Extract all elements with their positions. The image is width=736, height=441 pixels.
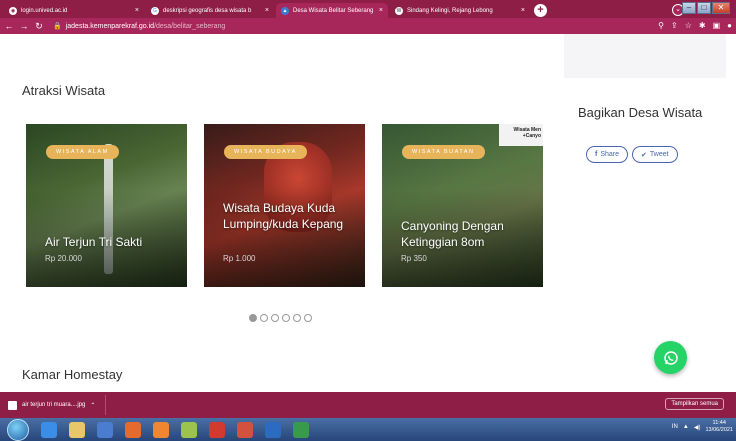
share-page-icon[interactable]: ⇪: [671, 21, 678, 30]
chrome-app-icon[interactable]: [237, 421, 253, 438]
show-all-downloads-button[interactable]: Tampilkan semua: [665, 398, 724, 410]
card-price: Rp 350: [401, 254, 427, 263]
facebook-share-label: Share: [600, 151, 620, 158]
chrome-app-icon[interactable]: [209, 421, 225, 438]
facebook-share-button[interactable]: f Share: [586, 146, 629, 163]
carousel-dot[interactable]: [271, 314, 279, 322]
twitter-tweet-label: Tweet: [649, 151, 669, 158]
windows-taskbar: IN ▲ ◀) 11:44 13/06/2021: [0, 418, 736, 441]
photo-caption: Wisata Men +Canyo: [499, 124, 543, 146]
volume-icon[interactable]: ◀): [694, 424, 701, 431]
system-tray: IN ▲ ◀) 11:44 13/06/2021: [672, 420, 733, 434]
attraction-card-air-terjun[interactable]: WISATA ALAM Air Terjun Tri Sakti Rp 20.0…: [26, 124, 187, 287]
back-icon[interactable]: ←: [3, 21, 15, 31]
twitter-tweet-button[interactable]: ✔ Tweet: [632, 146, 678, 163]
carousel-dot[interactable]: [260, 314, 268, 322]
facebook-icon: f: [595, 151, 598, 158]
window-controls: – □ ✕: [682, 2, 730, 14]
browser-tab-bar: ◉ login.unived.ac.id × G deskripsi geogr…: [0, 0, 736, 18]
kamar-homestay-heading: Kamar Homestay: [22, 367, 123, 382]
url-path: /desa/belitar_seberang: [154, 22, 226, 30]
sidepanel-icon[interactable]: ▣: [713, 21, 721, 30]
excel-icon[interactable]: [293, 421, 309, 438]
whatsapp-icon: [663, 350, 678, 365]
address-bar-actions: ⚲ ⇪ ☆ ✱ ▣ ●: [658, 21, 732, 30]
wikipedia-icon: W: [395, 6, 403, 15]
close-icon[interactable]: ×: [517, 7, 525, 14]
download-shelf: air terjun tri muara....jpg ⌃ Tampilkan …: [0, 392, 736, 418]
carousel-dot[interactable]: [249, 314, 257, 322]
sidebar-panel: [564, 34, 726, 78]
category-badge: WISATA BUDAYA: [224, 145, 307, 159]
language-indicator[interactable]: IN: [672, 424, 678, 430]
chevron-up-icon[interactable]: ⌃: [90, 402, 95, 409]
zoom-icon[interactable]: ⚲: [658, 21, 664, 30]
whatsapp-button[interactable]: [654, 341, 687, 374]
bookmark-star-icon[interactable]: ☆: [685, 21, 692, 30]
carousel-dot[interactable]: [282, 314, 290, 322]
tab-label: Desa Wisata Belitar Seberang: [293, 7, 374, 14]
site-icon: ▲: [281, 6, 289, 15]
tab-login[interactable]: ◉ login.unived.ac.id ×: [4, 3, 144, 18]
chrome-icon[interactable]: [125, 421, 141, 438]
card-title: Canyoning Dengan Ketinggian 8om: [401, 219, 504, 249]
download-item[interactable]: air terjun tri muara....jpg ⌃: [8, 395, 107, 415]
tab-label: Sindang Kelingi, Rejang Lebong: [407, 7, 493, 14]
category-badge: WISATA BUATAN: [402, 145, 485, 159]
network-icon[interactable]: ▲: [683, 424, 689, 430]
maximize-button[interactable]: □: [697, 2, 711, 14]
clock-time: 11:44: [712, 420, 726, 426]
image-file-icon: [8, 400, 17, 410]
profile-icon[interactable]: ●: [727, 21, 732, 30]
start-button[interactable]: [7, 418, 29, 441]
forward-icon[interactable]: →: [18, 21, 30, 31]
card-title: Air Terjun Tri Sakti: [45, 235, 143, 249]
atraksi-wisata-heading: Atraksi Wisata: [22, 83, 106, 98]
card-price: Rp 20.000: [45, 254, 82, 263]
carousel-dot[interactable]: [293, 314, 301, 322]
close-icon[interactable]: ×: [131, 7, 139, 14]
firefox-icon[interactable]: [153, 421, 169, 438]
twitter-icon: ✔: [641, 151, 647, 159]
category-badge: WISATA ALAM: [46, 145, 119, 159]
attraction-card-kuda-lumping[interactable]: WISATA BUDAYA Wisata Budaya Kuda Lumping…: [204, 124, 365, 287]
attraction-card-canyoning[interactable]: Wisata Men +Canyo WISATA BUATAN Canyonin…: [382, 124, 543, 287]
url-field[interactable]: 🔒 jadesta.kemenparekraf.go.id/desa/belit…: [53, 22, 226, 31]
clock-date: 13/06/2021: [705, 427, 733, 433]
bagikan-heading: Bagikan Desa Wisata: [578, 105, 703, 120]
reload-icon[interactable]: ↻: [33, 21, 45, 32]
media-icon[interactable]: [97, 421, 113, 438]
address-bar: ← → ↻ 🔒 jadesta.kemenparekraf.go.id/desa…: [0, 18, 736, 34]
card-title: Wisata Budaya Kuda Lumping/kuda Kepang: [223, 201, 344, 231]
tab-label: login.unived.ac.id: [21, 7, 68, 14]
tab-wikipedia[interactable]: W Sindang Kelingi, Rejang Lebong ×: [390, 3, 530, 18]
minimize-button[interactable]: –: [682, 2, 696, 14]
app-icon[interactable]: [181, 421, 197, 438]
url-host: jadesta.kemenparekraf.go.id: [65, 22, 155, 30]
tab-desa-wisata[interactable]: ▲ Desa Wisata Belitar Seberang ×: [276, 3, 388, 18]
carousel-dot[interactable]: [304, 314, 312, 322]
new-tab-button[interactable]: +: [534, 4, 547, 17]
tab-google-search[interactable]: G deskripsi geografis desa wisata b ×: [146, 3, 274, 18]
card-price: Rp 1.000: [223, 254, 256, 263]
explorer-icon[interactable]: [69, 421, 85, 438]
globe-icon: ◉: [9, 6, 17, 15]
page-content: Atraksi Wisata Bagikan Desa Wisata f Sha…: [0, 34, 736, 392]
google-icon: G: [151, 6, 159, 15]
close-icon[interactable]: ×: [375, 7, 383, 14]
close-icon[interactable]: ×: [261, 7, 269, 14]
carousel-dots: [249, 314, 312, 322]
tab-label: deskripsi geografis desa wisata b: [163, 7, 252, 14]
ie-icon[interactable]: [41, 421, 57, 438]
share-buttons: f Share ✔ Tweet: [586, 146, 678, 163]
lock-icon: 🔒: [53, 23, 62, 30]
download-filename: air terjun tri muara....jpg: [22, 402, 86, 408]
clock[interactable]: 11:44 13/06/2021: [705, 420, 733, 434]
window-close-button[interactable]: ✕: [712, 2, 730, 14]
extensions-icon[interactable]: ✱: [699, 21, 706, 30]
word-icon[interactable]: [265, 421, 281, 438]
